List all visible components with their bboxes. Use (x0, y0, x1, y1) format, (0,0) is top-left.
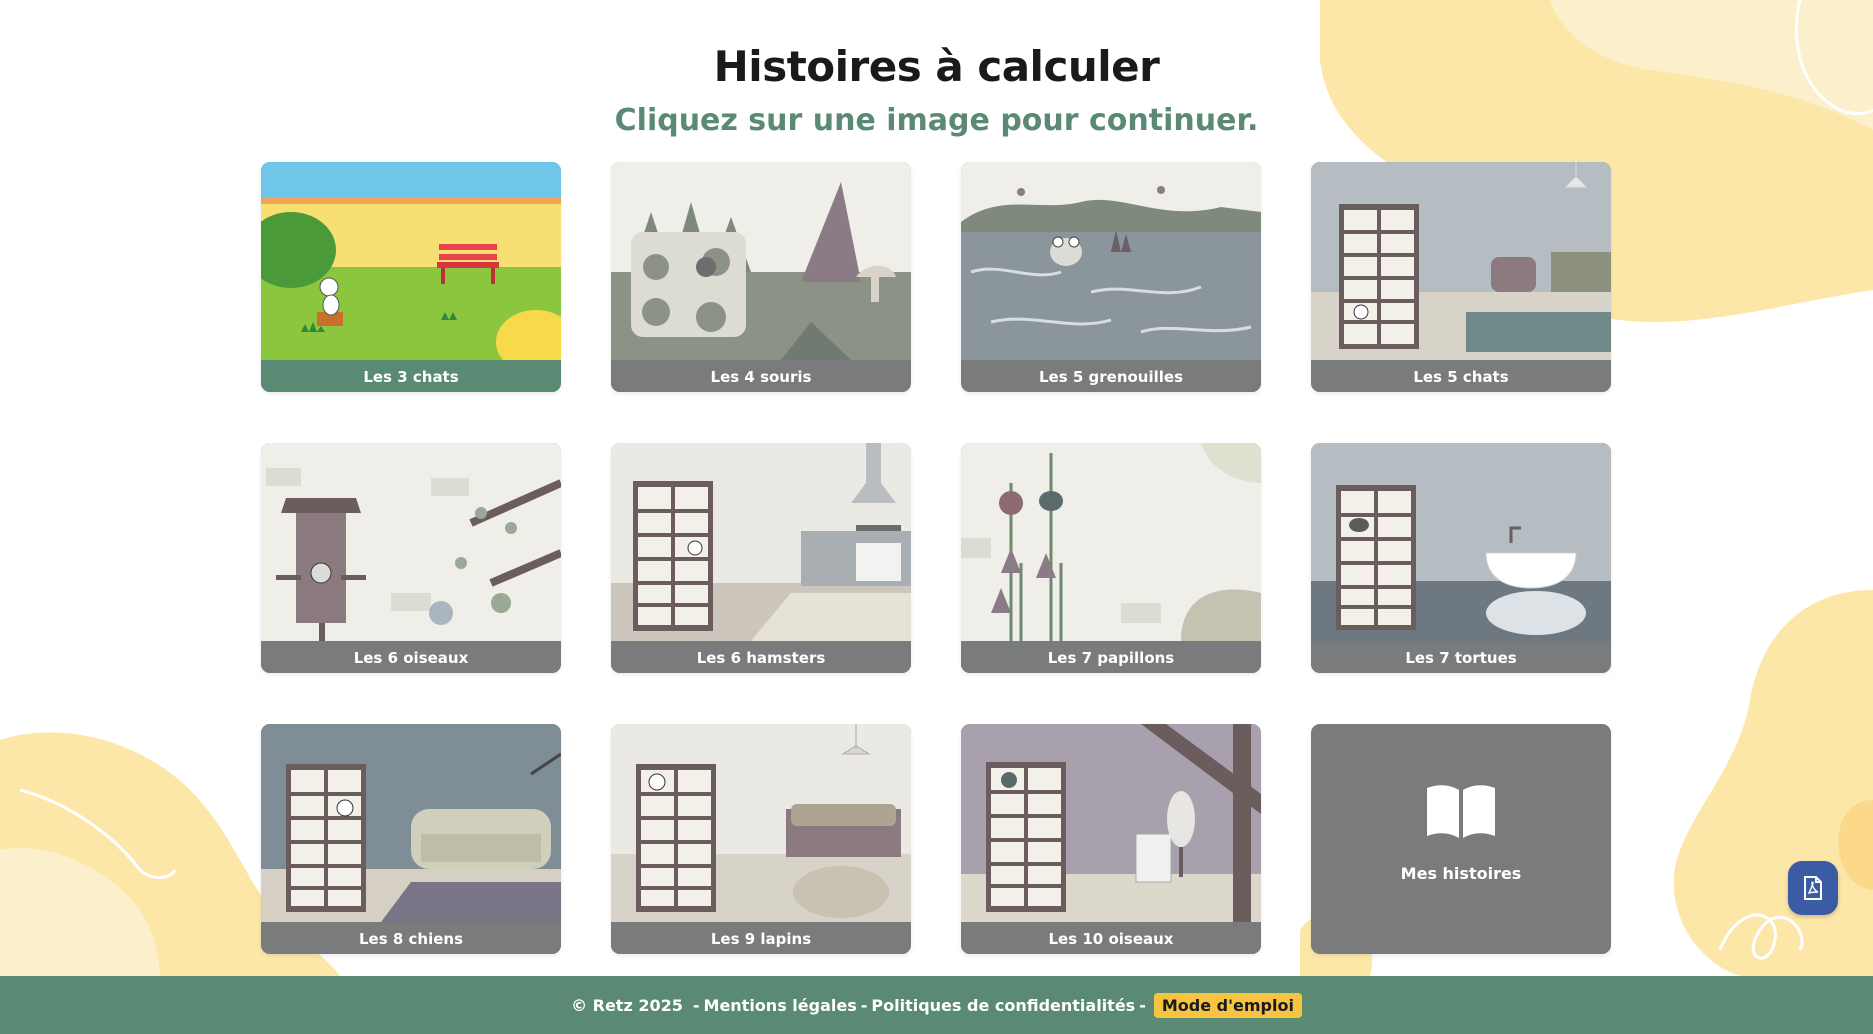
story-card-6-hamsters[interactable]: Les 6 hamsters (611, 443, 911, 673)
story-card-label: Les 5 grenouilles (961, 360, 1261, 392)
page-subtitle: Cliquez sur une image pour continuer. (614, 103, 1259, 138)
story-card-label: Les 6 oiseaux (261, 641, 561, 673)
privacy-policy-link[interactable]: Politiques de confidentialités (871, 996, 1135, 1015)
pdf-download-button[interactable] (1788, 861, 1838, 915)
story-card-3-chats[interactable]: Les 3 chats (261, 162, 561, 392)
story-card-6-oiseaux[interactable]: Les 6 oiseaux (261, 443, 561, 673)
user-manual-button[interactable]: Mode d'emploi (1153, 992, 1302, 1018)
story-card-10-oiseaux[interactable]: Les 10 oiseaux (961, 724, 1261, 954)
story-card-label: Les 7 tortues (1311, 641, 1611, 673)
footer-separator: - (692, 995, 700, 1015)
story-thumbnail (611, 724, 911, 922)
story-card-8-chiens[interactable]: Les 8 chiens (261, 724, 561, 954)
story-thumbnail (261, 162, 561, 360)
my-stories-card[interactable]: Mes histoires (1311, 724, 1611, 954)
story-card-5-grenouilles[interactable]: Les 5 grenouilles (961, 162, 1261, 392)
story-card-label: Les 7 papillons (961, 641, 1261, 673)
open-book-icon (1427, 785, 1495, 838)
story-thumbnail (1311, 443, 1611, 641)
story-thumbnail (961, 443, 1261, 641)
story-thumbnail (261, 724, 561, 922)
story-card-5-chats[interactable]: Les 5 chats (1311, 162, 1611, 392)
story-thumbnail (1311, 162, 1611, 360)
story-card-4-souris[interactable]: Les 4 souris (611, 162, 911, 392)
page-title: Histoires à calculer (713, 42, 1160, 91)
pdf-file-icon (1804, 876, 1822, 900)
footer-separator: - (1139, 995, 1146, 1015)
story-card-9-lapins[interactable]: Les 9 lapins (611, 724, 911, 954)
footer: © Retz 2025 - Mentions légales - Politiq… (0, 976, 1873, 1034)
story-card-7-papillons[interactable]: Les 7 papillons (961, 443, 1261, 673)
story-grid: Les 3 chats Les 4 souris Les 5 grenouill… (261, 162, 1611, 954)
legal-notice-link[interactable]: Mentions légales (704, 996, 857, 1015)
my-stories-label: Mes histoires (1400, 864, 1522, 883)
story-card-label: Les 5 chats (1311, 360, 1611, 392)
story-card-label: Les 9 lapins (611, 922, 911, 954)
story-card-label: Les 6 hamsters (611, 641, 911, 673)
story-thumbnail (611, 443, 911, 641)
story-thumbnail (961, 724, 1261, 922)
page-header: Histoires à calculer Cliquez sur une ima… (0, 38, 1873, 146)
copyright-text: © Retz 2025 (571, 995, 683, 1015)
story-card-label: Les 3 chats (261, 360, 561, 392)
story-thumbnail (961, 162, 1261, 360)
footer-separator: - (860, 995, 868, 1015)
story-card-label: Les 10 oiseaux (961, 922, 1261, 954)
story-card-label: Les 4 souris (611, 360, 911, 392)
story-thumbnail (261, 443, 561, 641)
story-card-7-tortues[interactable]: Les 7 tortues (1311, 443, 1611, 673)
story-card-label: Les 8 chiens (261, 922, 561, 954)
story-thumbnail (611, 162, 911, 360)
